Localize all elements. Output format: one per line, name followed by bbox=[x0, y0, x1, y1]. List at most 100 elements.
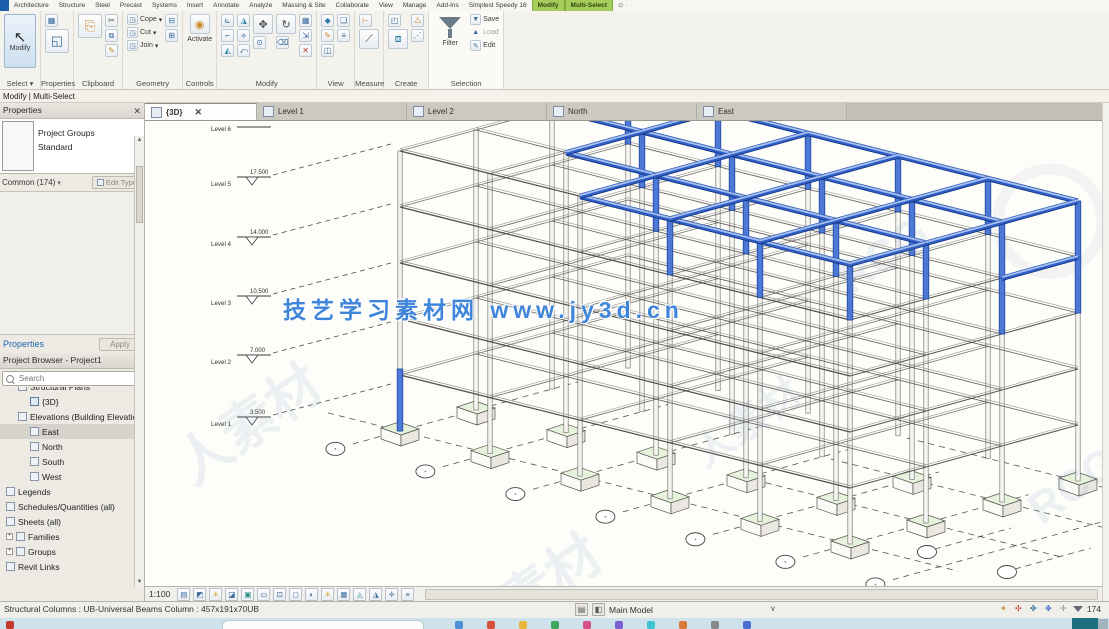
ribbon-tab-insert[interactable]: Insert bbox=[182, 0, 208, 11]
view-tab-level-1[interactable]: Level 1 bbox=[257, 103, 407, 120]
selection-filter-icon[interactable] bbox=[1073, 606, 1083, 612]
temporary-view-properties-icon[interactable]: ▦ bbox=[337, 588, 350, 601]
worksharing-display-icon[interactable]: ≡ bbox=[401, 588, 414, 601]
ribbon-tab-view[interactable]: View bbox=[374, 0, 398, 11]
geometry-cut-button[interactable]: ◳Cut▾ bbox=[127, 27, 162, 38]
ribbon-tab-manage[interactable]: Manage bbox=[398, 0, 432, 11]
context-tab-modify[interactable]: Modify bbox=[532, 0, 565, 11]
design-options-icon[interactable]: ◧ bbox=[592, 603, 605, 616]
taskbar-icon-5[interactable] bbox=[615, 621, 623, 629]
create-assembly-icon[interactable]: ⧊ bbox=[411, 14, 424, 27]
worksets-icon[interactable]: ▤ bbox=[575, 603, 588, 616]
selection-save-icon[interactable]: ▼ bbox=[470, 14, 481, 25]
properties-help-link[interactable]: Properties bbox=[3, 339, 44, 349]
horizontal-scrollbar[interactable] bbox=[425, 589, 1098, 600]
taskbar-icon-7[interactable] bbox=[679, 621, 687, 629]
view-tab-east[interactable]: East bbox=[697, 103, 847, 120]
drag-on-selection-icon[interactable]: ✛ bbox=[1058, 603, 1069, 614]
tree-item-south[interactable]: South bbox=[0, 454, 144, 469]
tree-item--3d-[interactable]: {3D} bbox=[0, 394, 144, 409]
crop-view-icon[interactable]: ▭ bbox=[257, 588, 270, 601]
filter-button[interactable] bbox=[439, 14, 461, 38]
geometry-cope-icon[interactable]: ◳ bbox=[127, 14, 138, 25]
trim-icon[interactable]: ⤺ bbox=[237, 44, 250, 57]
activate-controls-icon[interactable]: ◉ bbox=[190, 14, 210, 34]
move-icon[interactable]: ✥ bbox=[253, 14, 273, 34]
tree-item-revit-links[interactable]: Revit Links bbox=[0, 559, 144, 574]
temporary-hide-isolate-icon[interactable]: ◐ bbox=[305, 588, 318, 601]
taskbar-icon-9[interactable] bbox=[743, 621, 751, 629]
expand-icon[interactable]: + bbox=[6, 548, 13, 555]
properties-filter-value[interactable]: Common (174) bbox=[2, 178, 55, 187]
visual-style-icon[interactable]: ◩ bbox=[193, 588, 206, 601]
copy-icon[interactable]: ⊙ bbox=[253, 36, 266, 49]
rotate-icon[interactable]: ↻ bbox=[276, 14, 296, 34]
delete-icon[interactable]: ✕ bbox=[299, 44, 312, 57]
tree-item-groups[interactable]: +Groups bbox=[0, 544, 144, 559]
scale-button[interactable]: 1:100 bbox=[149, 589, 170, 599]
taskbar-icon-4[interactable] bbox=[583, 621, 591, 629]
scroll-up-icon[interactable]: ▲ bbox=[135, 136, 144, 145]
underlay-select-icon[interactable]: ✤ bbox=[1028, 603, 1039, 614]
match-properties-icon[interactable]: ✎ bbox=[105, 44, 118, 57]
search-input[interactable] bbox=[17, 373, 138, 384]
properties-palette-icon[interactable]: ◱ bbox=[45, 29, 69, 53]
selection-edit-button[interactable]: ✎Edit bbox=[470, 40, 499, 51]
type-properties-icon[interactable]: ▦ bbox=[45, 14, 58, 27]
analytical-model-icon[interactable]: ◬ bbox=[353, 588, 366, 601]
taskbar-app-icon[interactable] bbox=[1072, 618, 1098, 629]
context-tab-multi-select[interactable]: Multi-Select bbox=[565, 0, 613, 11]
ribbon-tab-systems[interactable]: Systems bbox=[147, 0, 182, 11]
selection-load-icon[interactable]: ▲ bbox=[470, 27, 481, 38]
tree-item-west[interactable]: West bbox=[0, 469, 144, 484]
selection-load-button[interactable]: ▲Load bbox=[470, 27, 499, 38]
selection-save-button[interactable]: ▼Save bbox=[470, 14, 499, 25]
shadows-icon[interactable]: ◪ bbox=[225, 588, 238, 601]
ribbon-tab-annotate[interactable]: Annotate bbox=[208, 0, 244, 11]
override-graphics-icon[interactable]: ❏ bbox=[337, 14, 350, 27]
ribbon-tab-collaborate[interactable]: Collaborate bbox=[331, 0, 374, 11]
taskbar-icon-1[interactable] bbox=[487, 621, 495, 629]
scrollbar-thumb[interactable] bbox=[136, 166, 143, 223]
chevron-down-icon[interactable]: ∨ bbox=[770, 604, 776, 613]
show-crop-region-icon[interactable]: ⊡ bbox=[273, 588, 286, 601]
tree-item-sheets-all-[interactable]: Sheets (all) bbox=[0, 514, 144, 529]
taskbar-icon-8[interactable] bbox=[711, 621, 719, 629]
offset-icon[interactable]: ⌐ bbox=[221, 29, 234, 42]
taskbar-icon-3[interactable] bbox=[551, 621, 559, 629]
measure-between-icon[interactable]: ⊢ bbox=[359, 14, 372, 27]
align-icon[interactable]: ⊾ bbox=[221, 14, 234, 27]
taskbar-icon-0[interactable] bbox=[455, 621, 463, 629]
drawing-canvas[interactable]: Level 617.500Level 514.000Level 410.500L… bbox=[145, 121, 1102, 586]
copy-to-clipboard-icon[interactable]: ⧉ bbox=[105, 29, 118, 42]
displacement-sets-icon[interactable]: ◮ bbox=[369, 588, 382, 601]
display-icon[interactable]: ≡ bbox=[337, 29, 350, 42]
ribbon-tab-precast[interactable]: Precast bbox=[115, 0, 147, 11]
create-group-icon[interactable]: ⧈ bbox=[388, 29, 408, 49]
taskbar-icon-6[interactable] bbox=[647, 621, 655, 629]
workset-label[interactable]: Main Model bbox=[609, 605, 653, 615]
mirror-axis-icon[interactable]: ◭ bbox=[221, 44, 234, 57]
taskbar-clock[interactable] bbox=[1098, 619, 1108, 629]
scroll-down-icon[interactable]: ▼ bbox=[135, 578, 144, 587]
unlocked-3d-view-icon[interactable]: ◻ bbox=[289, 588, 302, 601]
ribbon-tab-steel[interactable]: Steel bbox=[90, 0, 115, 11]
detail-level-icon[interactable]: ▤ bbox=[177, 588, 190, 601]
geometry-join-button[interactable]: ◳Join▾ bbox=[127, 40, 162, 51]
array-icon[interactable]: ▦ bbox=[299, 14, 312, 27]
modify-button[interactable]: ↖Modify bbox=[4, 14, 36, 68]
ribbon-tab-simplest-speedy-16[interactable]: Simplest Speedy 16 bbox=[464, 0, 532, 11]
ribbon-tab-structure[interactable]: Structure bbox=[54, 0, 90, 11]
help-icon[interactable]: ⊙ · bbox=[613, 0, 632, 11]
pinned-select-icon[interactable]: ✥ bbox=[1043, 603, 1054, 614]
search-box[interactable] bbox=[2, 371, 142, 386]
level-marker-4[interactable]: 14.000Level 4 bbox=[211, 204, 391, 248]
tree-item-elevations-building-elevation-[interactable]: Elevations (Building Elevation) bbox=[0, 409, 144, 424]
project-browser-title[interactable]: Project Browser - Project1 ✕ bbox=[0, 353, 144, 369]
browser-scrollbar[interactable]: ▲ ▼ bbox=[134, 136, 144, 587]
create-similar-icon[interactable]: ⋰ bbox=[411, 29, 424, 42]
tree-item-families[interactable]: +Families bbox=[0, 529, 144, 544]
ribbon-tab-architecture[interactable]: Architecture bbox=[9, 0, 54, 11]
mirror-pick-icon[interactable]: ◮ bbox=[237, 14, 250, 27]
pin-icon[interactable]: ⌫ bbox=[276, 36, 289, 49]
